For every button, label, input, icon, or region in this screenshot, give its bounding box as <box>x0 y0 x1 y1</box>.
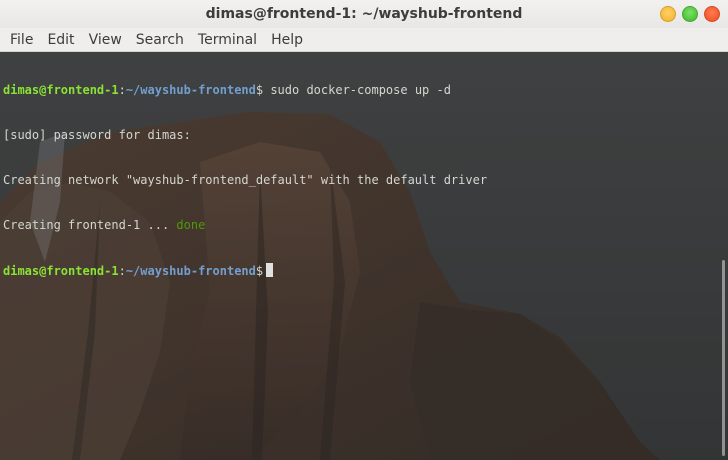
terminal-line: dimas@frontend-1:~/wayshub-frontend$ sud… <box>3 83 451 97</box>
status-done: done <box>176 218 206 232</box>
scrollbar[interactable] <box>722 260 725 456</box>
close-icon[interactable] <box>704 6 720 22</box>
menu-search[interactable]: Search <box>129 28 191 52</box>
window-controls <box>660 6 720 22</box>
menu-view[interactable]: View <box>82 28 129 52</box>
maximize-icon[interactable] <box>682 6 698 22</box>
menu-help[interactable]: Help <box>264 28 310 52</box>
window-title: dimas@frontend-1: ~/wayshub-frontend <box>205 6 523 22</box>
command-text: sudo docker-compose up -d <box>263 83 451 97</box>
prompt-user: dimas@frontend-1 <box>3 264 119 278</box>
menu-bar: File Edit View Search Terminal Help <box>0 28 728 52</box>
prompt-user: dimas@frontend-1 <box>3 83 119 97</box>
menu-edit[interactable]: Edit <box>40 28 81 52</box>
terminal-window: dimas@frontend-1: ~/wayshub-frontend Fil… <box>0 0 728 460</box>
terminal-line: Creating network "wayshub-frontend_defau… <box>3 173 487 188</box>
terminal-output: dimas@frontend-1:~/wayshub-frontend$ sud… <box>3 53 487 308</box>
menu-terminal[interactable]: Terminal <box>191 28 264 52</box>
minimize-icon[interactable] <box>660 6 676 22</box>
terminal-line: [sudo] password for dimas: <box>3 128 487 143</box>
terminal-area[interactable]: dimas@frontend-1:~/wayshub-frontend$ sud… <box>0 52 728 460</box>
output-text: [sudo] password for dimas: <box>3 128 191 142</box>
title-bar[interactable]: dimas@frontend-1: ~/wayshub-frontend <box>0 0 728 28</box>
prompt-path: ~/wayshub-frontend <box>125 83 256 97</box>
output-text: Creating network "wayshub-frontend_defau… <box>3 173 488 187</box>
menu-file[interactable]: File <box>3 28 40 52</box>
terminal-line: dimas@frontend-1:~/wayshub-frontend$ <box>3 263 487 278</box>
prompt-path: ~/wayshub-frontend <box>125 264 256 278</box>
text-cursor <box>266 263 274 277</box>
terminal-line: Creating frontend-1 ... done <box>3 218 487 233</box>
output-text: Creating frontend-1 ... <box>3 218 177 232</box>
